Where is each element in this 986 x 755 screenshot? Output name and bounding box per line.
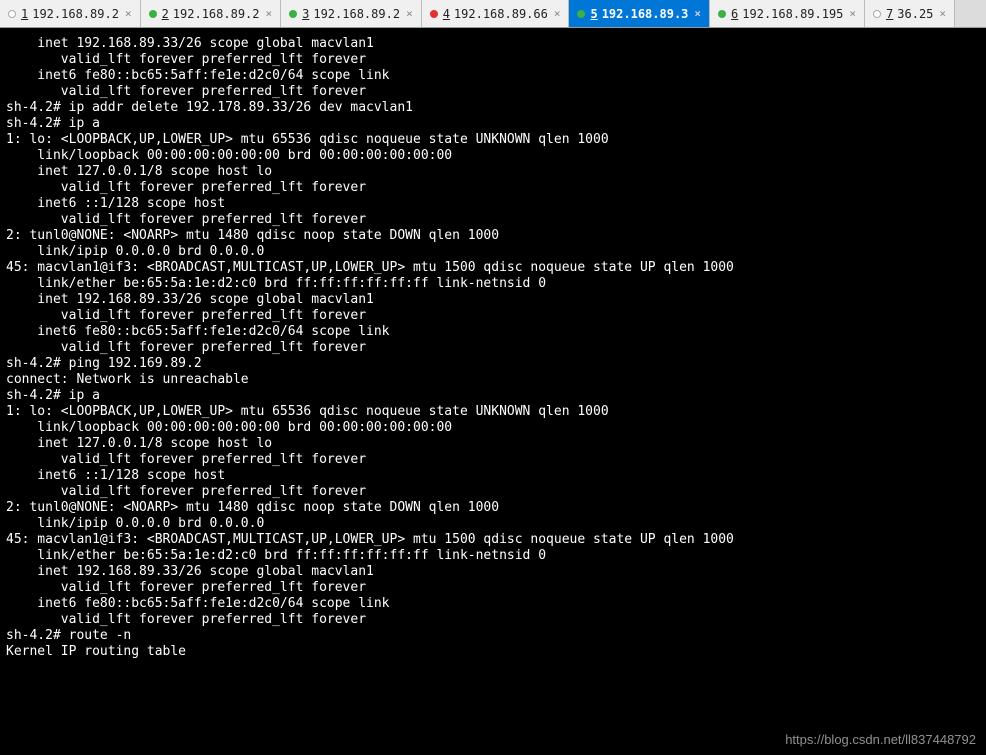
- tab-label: 192.168.89.66: [454, 7, 548, 21]
- tab-number: 1: [21, 7, 28, 21]
- terminal-line: link/ipip 0.0.0.0 brd 0.0.0.0: [6, 244, 980, 260]
- terminal-line: valid_lft forever preferred_lft forever: [6, 180, 980, 196]
- terminal-line: inet 192.168.89.33/26 scope global macvl…: [6, 292, 980, 308]
- terminal-line: valid_lft forever preferred_lft forever: [6, 308, 980, 324]
- status-dot-icon: [577, 10, 585, 18]
- close-icon[interactable]: ×: [939, 7, 946, 20]
- terminal-line: inet6 ::1/128 scope host: [6, 468, 980, 484]
- terminal-line: sh-4.2# ping 192.169.89.2: [6, 356, 980, 372]
- close-icon[interactable]: ×: [694, 7, 701, 20]
- terminal-line: sh-4.2# route -n: [6, 628, 980, 644]
- terminal-line: 2: tunl0@NONE: <NOARP> mtu 1480 qdisc no…: [6, 228, 980, 244]
- terminal-line: inet 192.168.89.33/26 scope global macvl…: [6, 564, 980, 580]
- terminal-line: link/loopback 00:00:00:00:00:00 brd 00:0…: [6, 420, 980, 436]
- tab-label: 192.168.89.195: [742, 7, 843, 21]
- tab-number: 5: [590, 7, 597, 21]
- tab-number: 6: [731, 7, 738, 21]
- close-icon[interactable]: ×: [266, 7, 273, 20]
- terminal-line: 1: lo: <LOOPBACK,UP,LOWER_UP> mtu 65536 …: [6, 404, 980, 420]
- tab-4[interactable]: 4 192.168.89.66 ×: [422, 0, 570, 27]
- terminal-line: Kernel IP routing table: [6, 644, 980, 660]
- terminal-line: link/ether be:65:5a:1e:d2:c0 brd ff:ff:f…: [6, 276, 980, 292]
- tab-number: 4: [443, 7, 450, 21]
- terminal-line: sh-4.2# ip a: [6, 116, 980, 132]
- tab-6[interactable]: 6 192.168.89.195 ×: [710, 0, 865, 27]
- terminal-line: valid_lft forever preferred_lft forever: [6, 212, 980, 228]
- watermark: https://blog.csdn.net/ll837448792: [785, 732, 976, 747]
- tab-3[interactable]: 3 192.168.89.2 ×: [281, 0, 422, 27]
- terminal-line: inet6 fe80::bc65:5aff:fe1e:d2c0/64 scope…: [6, 596, 980, 612]
- terminal-line: valid_lft forever preferred_lft forever: [6, 84, 980, 100]
- tab-5[interactable]: 5 192.168.89.3 ×: [569, 0, 710, 27]
- status-dot-icon: [430, 10, 438, 18]
- terminal-line: link/ipip 0.0.0.0 brd 0.0.0.0: [6, 516, 980, 532]
- terminal-line: link/ether be:65:5a:1e:d2:c0 brd ff:ff:f…: [6, 548, 980, 564]
- status-dot-icon: [873, 10, 881, 18]
- terminal-line: inet6 fe80::bc65:5aff:fe1e:d2c0/64 scope…: [6, 324, 980, 340]
- terminal-line: valid_lft forever preferred_lft forever: [6, 612, 980, 628]
- status-dot-icon: [149, 10, 157, 18]
- tab-2[interactable]: 2 192.168.89.2 ×: [141, 0, 282, 27]
- tab-number: 2: [162, 7, 169, 21]
- tab-7[interactable]: 7 36.25 ×: [865, 0, 955, 27]
- status-dot-icon: [8, 10, 16, 18]
- terminal-line: valid_lft forever preferred_lft forever: [6, 340, 980, 356]
- terminal-line: sh-4.2# ip a: [6, 388, 980, 404]
- tab-number: 7: [886, 7, 893, 21]
- terminal-line: link/loopback 00:00:00:00:00:00 brd 00:0…: [6, 148, 980, 164]
- terminal-line: inet 192.168.89.33/26 scope global macvl…: [6, 36, 980, 52]
- terminal-line: inet 127.0.0.1/8 scope host lo: [6, 164, 980, 180]
- status-dot-icon: [718, 10, 726, 18]
- tab-label: 192.168.89.2: [32, 7, 119, 21]
- close-icon[interactable]: ×: [125, 7, 132, 20]
- terminal-line: 2: tunl0@NONE: <NOARP> mtu 1480 qdisc no…: [6, 500, 980, 516]
- terminal-line: sh-4.2# ip addr delete 192.178.89.33/26 …: [6, 100, 980, 116]
- terminal-line: connect: Network is unreachable: [6, 372, 980, 388]
- status-dot-icon: [289, 10, 297, 18]
- tab-label: 36.25: [897, 7, 933, 21]
- close-icon[interactable]: ×: [406, 7, 413, 20]
- terminal-line: inet 127.0.0.1/8 scope host lo: [6, 436, 980, 452]
- tab-number: 3: [302, 7, 309, 21]
- terminal-line: inet6 ::1/128 scope host: [6, 196, 980, 212]
- tab-label: 192.168.89.3: [602, 7, 689, 21]
- close-icon[interactable]: ×: [849, 7, 856, 20]
- tab-bar: 1 192.168.89.2 × 2 192.168.89.2 × 3 192.168.89.…: [0, 0, 986, 28]
- tab-label: 192.168.89.2: [313, 7, 400, 21]
- terminal-line: 1: lo: <LOOPBACK,UP,LOWER_UP> mtu 65536 …: [6, 132, 980, 148]
- terminal-line: 45: macvlan1@if3: <BROADCAST,MULTICAST,U…: [6, 532, 980, 548]
- terminal-line: valid_lft forever preferred_lft forever: [6, 452, 980, 468]
- close-icon[interactable]: ×: [554, 7, 561, 20]
- terminal-line: valid_lft forever preferred_lft forever: [6, 484, 980, 500]
- terminal-line: inet6 fe80::bc65:5aff:fe1e:d2c0/64 scope…: [6, 68, 980, 84]
- tab-1[interactable]: 1 192.168.89.2 ×: [0, 0, 141, 27]
- terminal-line: valid_lft forever preferred_lft forever: [6, 52, 980, 68]
- terminal-line: valid_lft forever preferred_lft forever: [6, 580, 980, 596]
- tab-label: 192.168.89.2: [173, 7, 260, 21]
- terminal-output[interactable]: inet 192.168.89.33/26 scope global macvl…: [0, 28, 986, 755]
- terminal-line: 45: macvlan1@if3: <BROADCAST,MULTICAST,U…: [6, 260, 980, 276]
